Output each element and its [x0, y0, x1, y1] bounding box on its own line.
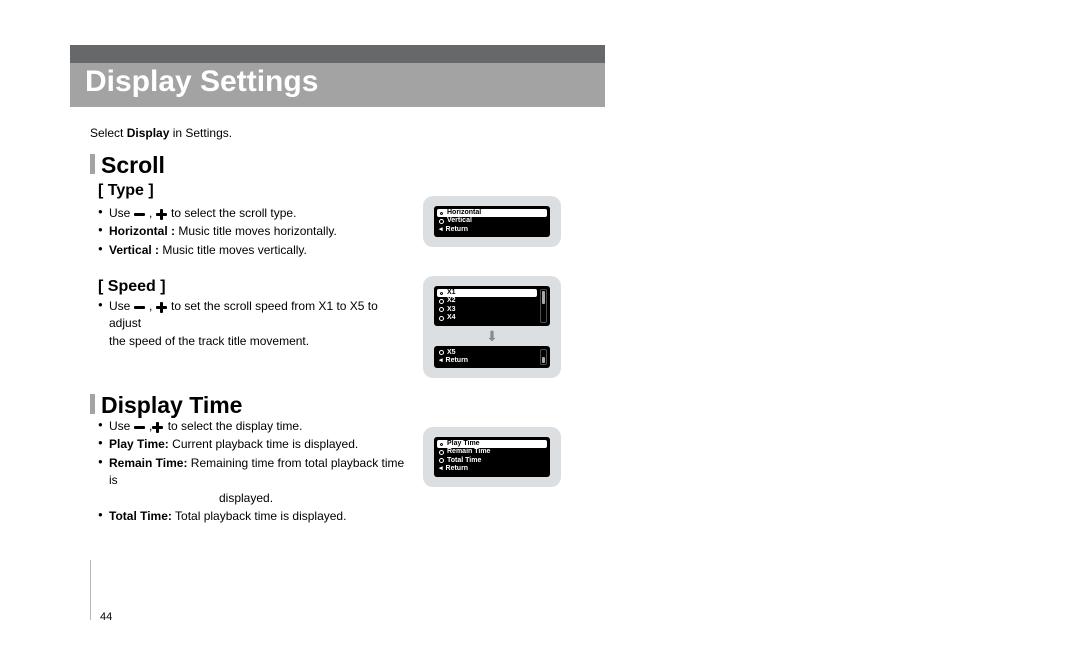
option-horizontal: Horizontal	[437, 209, 547, 217]
plus-icon	[156, 302, 168, 312]
option-return: ◂Return	[437, 357, 537, 365]
minus-icon	[134, 209, 146, 219]
page-title: Display Settings	[85, 65, 318, 99]
plus-icon	[152, 422, 164, 432]
option-x3: X3	[437, 306, 537, 314]
device-screen: Horizontal Vertical ◂Return	[434, 206, 550, 237]
device-preview-speed: X1 X2 X3 X4 ⬇ X5 ◂Return	[423, 276, 561, 378]
margin-divider	[90, 560, 91, 620]
device-screen: Play Time Remain Time Total Time ◂Return	[434, 437, 550, 477]
speed-bullets: Use , to set the scroll speed from X1 to…	[98, 298, 408, 351]
option-return: ◂Return	[437, 226, 547, 234]
type-horizontal-line: Horizontal : Music title moves horizonta…	[98, 223, 408, 240]
page-number: 44	[100, 611, 112, 623]
section-displaytime-heading: Display Time	[90, 392, 242, 419]
minus-icon	[134, 302, 146, 312]
type-vertical-line: Vertical : Music title moves vertically.	[98, 242, 408, 259]
plus-icon	[156, 209, 168, 219]
type-bullets: Use , to select the scroll type. Horizon…	[98, 205, 408, 260]
option-x1: X1	[437, 289, 537, 297]
speed-use-line: Use , to set the scroll speed from X1 to…	[98, 298, 408, 350]
option-x2: X2	[437, 297, 537, 305]
device-preview-displaytime: Play Time Remain Time Total Time ◂Return	[423, 427, 561, 487]
device-screen-speed-bottom: X5 ◂Return	[434, 346, 550, 369]
scrollbar-icon	[540, 289, 547, 323]
intro-suffix: in Settings.	[169, 126, 232, 140]
option-playtime: Play Time	[437, 440, 547, 448]
dt-playtime-line: Play Time: Current playback time is disp…	[98, 436, 408, 453]
intro-bold: Display	[127, 126, 170, 140]
scrollbar-icon	[540, 349, 547, 366]
option-x5: X5	[437, 349, 537, 357]
type-use-line: Use , to select the scroll type.	[98, 205, 408, 222]
option-remaintime: Remain Time	[437, 448, 547, 456]
option-totaltime: Total Time	[437, 457, 547, 465]
option-vertical: Vertical	[437, 217, 547, 225]
intro-text: Select Display in Settings.	[90, 126, 232, 140]
section-scroll-heading: Scroll	[90, 152, 165, 179]
device-screen-speed-top: X1 X2 X3 X4	[434, 286, 550, 326]
intro-prefix: Select	[90, 126, 127, 140]
manual-page: Display Settings Select Display in Setti…	[0, 0, 1080, 663]
dt-remain-line: Remain Time: Remaining time from total p…	[98, 455, 408, 507]
minus-icon	[134, 422, 146, 432]
dt-use-line: Use , to select the display time.	[98, 418, 408, 435]
option-x4: X4	[437, 314, 537, 322]
subheading-type: [ Type ]	[98, 182, 154, 200]
device-preview-type: Horizontal Vertical ◂Return	[423, 196, 561, 247]
displaytime-bullets: Use , to select the display time. Play T…	[98, 418, 408, 526]
subheading-speed: [ Speed ]	[98, 278, 166, 296]
option-return: ◂Return	[437, 465, 547, 473]
down-arrow-icon: ⬇	[434, 329, 550, 343]
dt-total-line: Total Time: Total playback time is displ…	[98, 508, 408, 525]
